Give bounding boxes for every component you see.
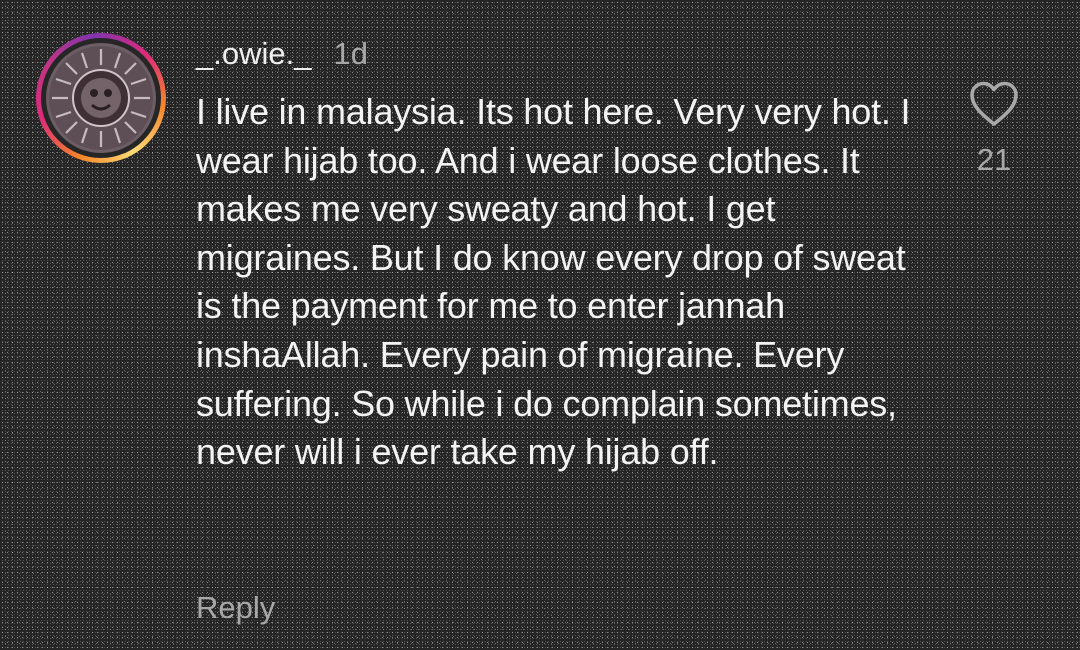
story-ring[interactable] (36, 33, 166, 163)
reply-button[interactable]: Reply (196, 590, 275, 626)
comment-text: I live in malaysia. Its hot here. Very v… (196, 91, 911, 473)
username[interactable]: _.owie._ (196, 36, 311, 72)
like-section: 21 (966, 80, 1022, 178)
avatar-image (49, 46, 153, 150)
comment-header: _.owie._ 1d (196, 36, 368, 76)
avatar[interactable] (46, 43, 156, 153)
timestamp: 1d (333, 36, 368, 71)
heart-outline-icon[interactable] (968, 80, 1020, 128)
avatar-gap (41, 38, 161, 158)
comment-screen: _.owie._ 1d I live in malaysia. Its hot … (0, 0, 1080, 650)
like-count: 21 (976, 142, 1012, 177)
